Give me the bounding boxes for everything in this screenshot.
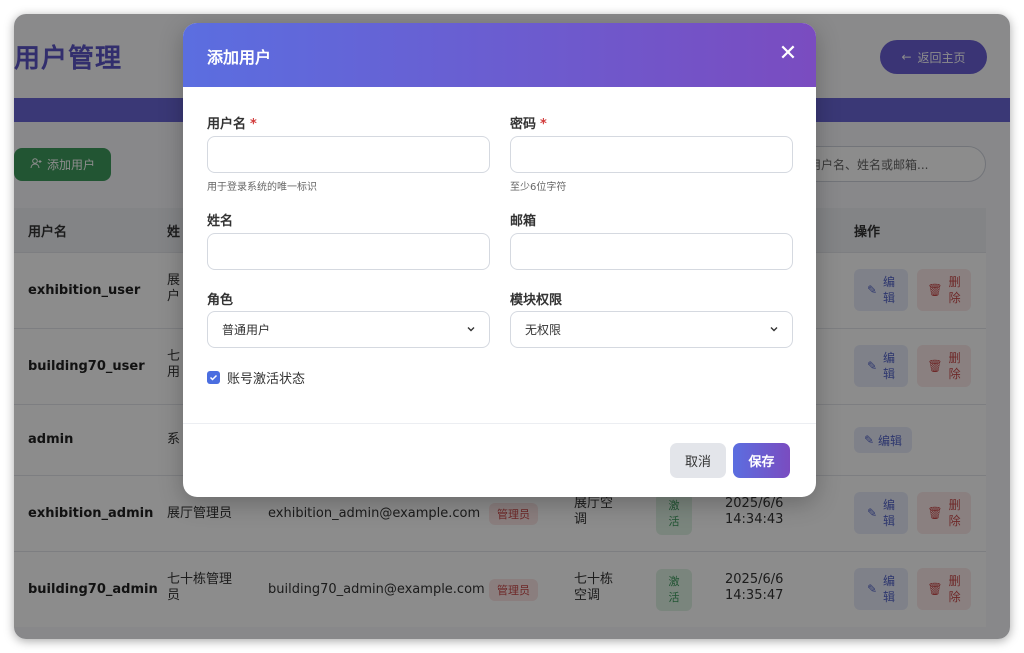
close-icon[interactable]: ✕ — [776, 43, 800, 67]
chevron-down-icon — [467, 327, 475, 332]
name-input[interactable] — [207, 233, 490, 270]
dialog-title: 添加用户 — [207, 48, 272, 67]
required-mark: * — [540, 117, 547, 132]
username-label: 用户名 * — [207, 117, 257, 132]
checkbox-checked-icon — [207, 371, 220, 384]
email-label: 邮箱 — [510, 214, 537, 229]
module-permission-label: 模块权限 — [510, 293, 563, 308]
role-select-value: 普通用户 — [222, 323, 271, 337]
dialog-header: 添加用户 ✕ — [183, 23, 816, 87]
dialog-divider — [183, 423, 816, 424]
username-input[interactable] — [207, 136, 490, 173]
username-help: 用于登录系统的唯一标识 — [207, 182, 317, 193]
module-select-value: 无权限 — [525, 323, 562, 337]
required-mark: * — [250, 117, 257, 132]
name-label: 姓名 — [207, 214, 234, 229]
app-window: 用户管理 ← 返回主页 添加用户 用户名、姓名或邮箱... 用户名 姓 操作 e… — [14, 14, 1010, 639]
password-label: 密码 * — [510, 117, 547, 132]
module-permission-select[interactable]: 无权限 — [510, 311, 793, 348]
cancel-button[interactable]: 取消 — [670, 443, 726, 478]
chevron-down-icon — [770, 327, 778, 332]
add-user-dialog: 添加用户 ✕ 用户名 * 用于登录系统的唯一标识 密码 * 至少6位字符 姓名 邮箱… — [183, 23, 816, 497]
password-help: 至少6位字符 — [510, 182, 567, 193]
password-input[interactable] — [510, 136, 793, 173]
role-label: 角色 — [207, 293, 234, 308]
active-checkbox[interactable]: 账号激活状态 — [207, 368, 305, 387]
active-checkbox-label: 账号激活状态 — [227, 372, 306, 387]
email-input[interactable] — [510, 233, 793, 270]
role-select[interactable]: 普通用户 — [207, 311, 490, 348]
save-button[interactable]: 保存 — [733, 443, 790, 478]
